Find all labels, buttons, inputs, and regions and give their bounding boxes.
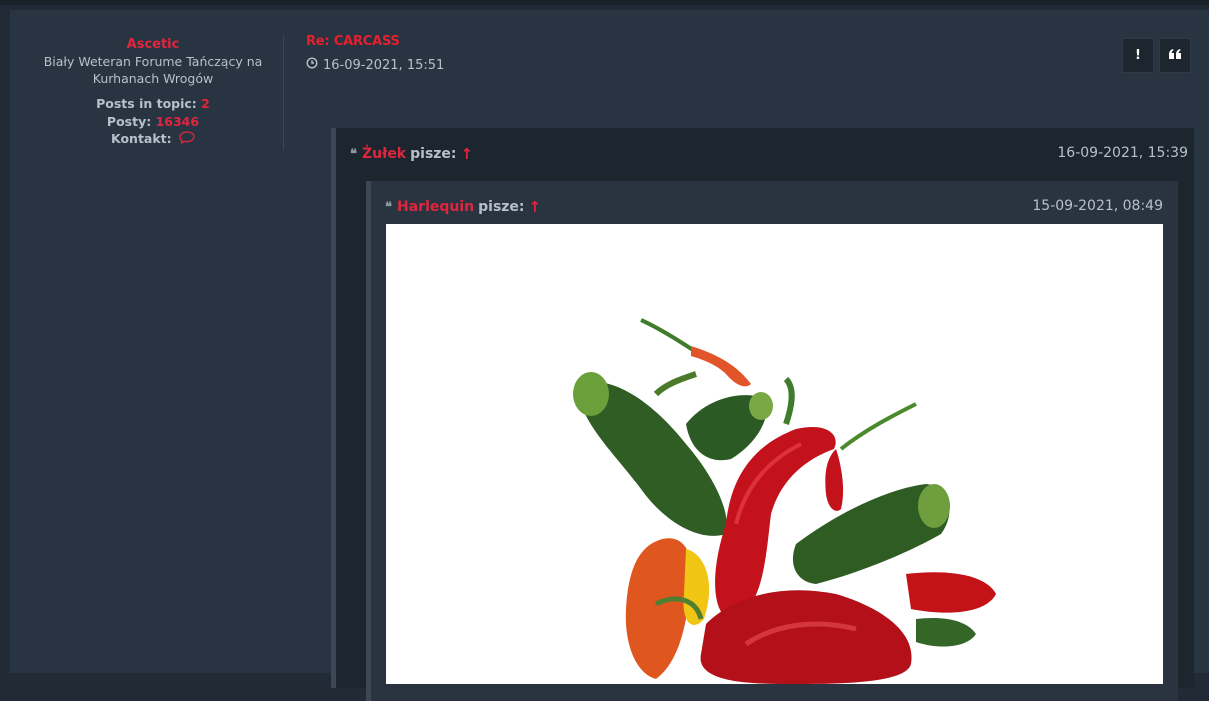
quote-date: 16-09-2021, 15:39 (1057, 145, 1188, 161)
quote-button[interactable] (1159, 38, 1191, 73)
quote-block: ❝ Żułek pisze: ↑ 16-09-2021, 15:39 ❝ Har… (331, 128, 1194, 701)
stat-label: Posty: (106, 113, 152, 129)
exclamation-icon: ! (1135, 48, 1141, 63)
quote-said: pisze: (410, 146, 457, 162)
quoted-image[interactable] (386, 224, 1163, 684)
quote-said: pisze: (478, 199, 525, 215)
quote-source-link[interactable]: ↑ (461, 145, 474, 163)
stat-label: Posts in topic: (96, 96, 197, 111)
report-button[interactable]: ! (1122, 38, 1154, 73)
pepper-heart-image (573, 318, 996, 684)
forum-post: Ascetic Biały Weteran Forume Tańczący na… (10, 10, 1209, 701)
quote-author[interactable]: Żułek (362, 146, 406, 162)
quote-header: ❝ Żułek pisze: ↑ (350, 145, 473, 163)
quote-icon: ❝ (385, 199, 392, 215)
clock-icon (306, 57, 318, 73)
quote-icon (1169, 48, 1181, 63)
stat-contact: Kontakt: (20, 130, 286, 148)
stat-posts: Posty: 16346 (20, 113, 286, 131)
profile-divider (283, 36, 284, 150)
post-title[interactable]: Re: CARCASS (306, 34, 400, 49)
top-bar (0, 0, 1209, 5)
nested-quote-block: ❝ Harlequin pisze: ↑ 15-09-2021, 08:49 (366, 181, 1178, 701)
user-stats: Posts in topic: 2 Posty: 16346 Kontakt: (20, 95, 286, 148)
comment-icon[interactable] (179, 131, 195, 149)
post-profile: Ascetic Biały Weteran Forume Tańczący na… (20, 10, 286, 148)
quote-icon: ❝ (350, 146, 357, 162)
quote-source-link[interactable]: ↑ (529, 198, 542, 216)
stat-value[interactable]: 16346 (156, 114, 200, 129)
post-author[interactable]: Ascetic (20, 37, 286, 52)
stat-value[interactable]: 2 (201, 96, 210, 111)
quote-author[interactable]: Harlequin (397, 199, 474, 215)
quote-header: ❝ Harlequin pisze: ↑ (385, 198, 541, 216)
user-rank: Biały Weteran Forume Tańczący na Kurhana… (43, 54, 263, 86)
post-date: 16-09-2021, 15:51 (306, 57, 444, 73)
quote-date: 15-09-2021, 08:49 (1032, 198, 1163, 214)
stat-posts-in-topic: Posts in topic: 2 (20, 95, 286, 113)
post-date-text: 16-09-2021, 15:51 (323, 57, 445, 73)
contact-label: Kontakt: (110, 131, 172, 146)
